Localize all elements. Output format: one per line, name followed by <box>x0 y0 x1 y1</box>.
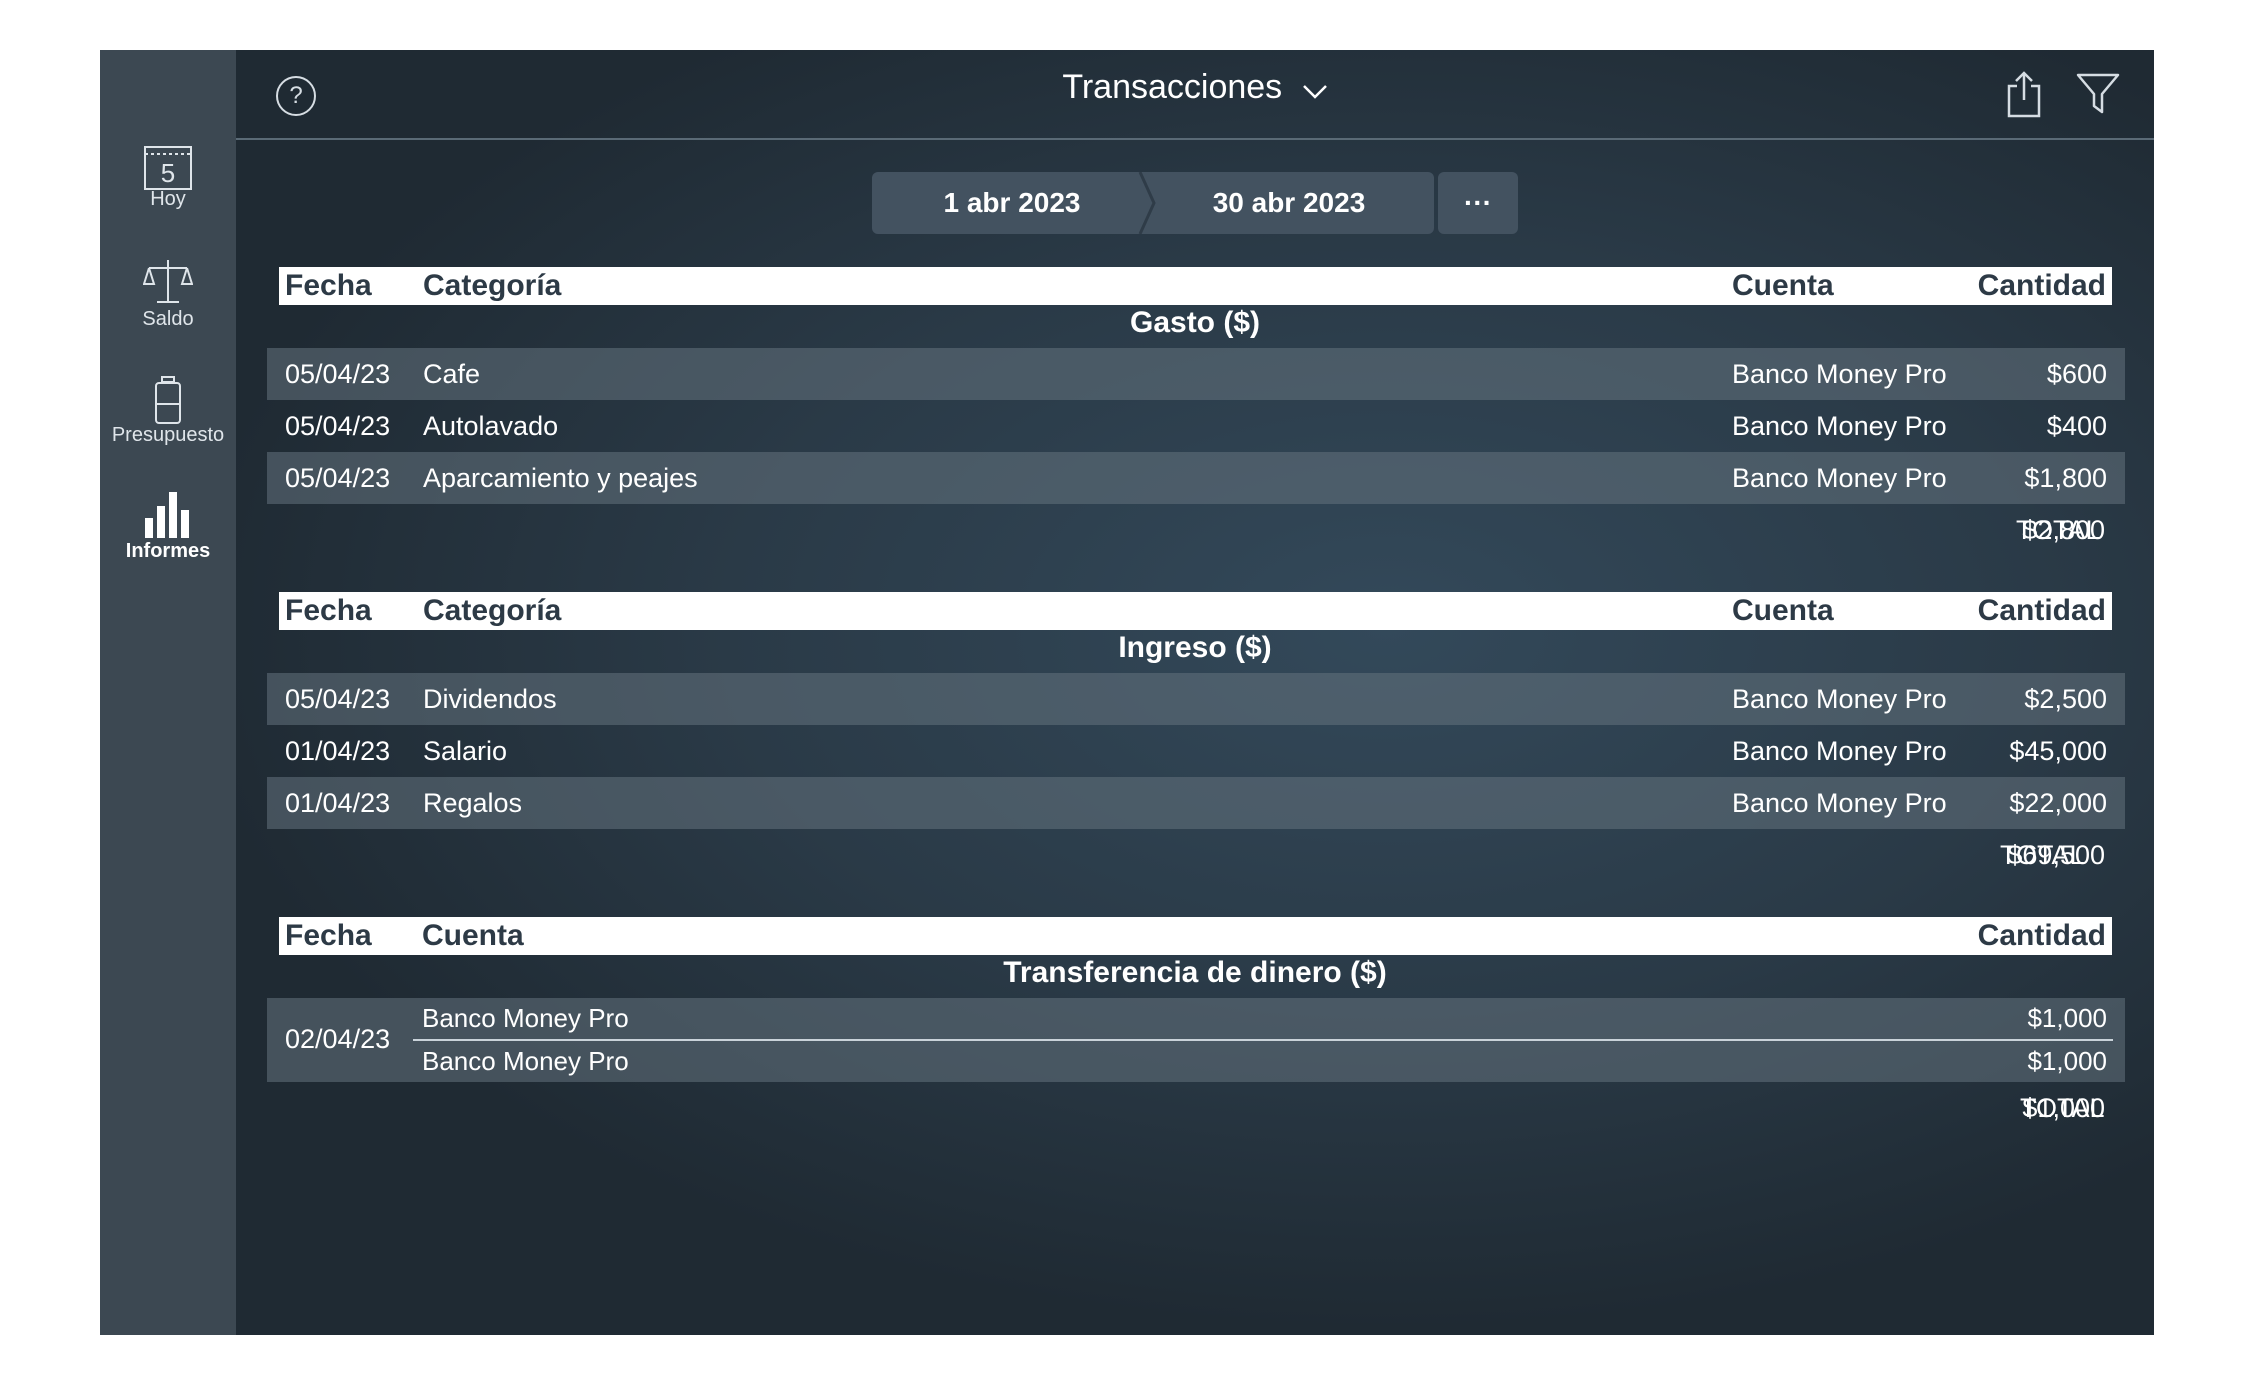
cell-date: 05/04/23 <box>285 411 391 441</box>
cell-category: Aparcamiento y peajes <box>423 463 698 493</box>
cell-date: 05/04/23 <box>285 359 391 389</box>
cell-amount: $1,800 <box>2024 463 2107 493</box>
sidebar-item-label: Saldo <box>142 308 194 330</box>
filter-icon[interactable] <box>2076 72 2120 116</box>
date-range-more-button[interactable]: ··· <box>1438 172 1518 234</box>
transfer-row[interactable]: 02/04/23 Banco Money Pro $1,000 Banco Mo… <box>267 998 2125 1082</box>
total-amount: $69,500 <box>2007 840 2105 870</box>
column-header-amount: Cantidad <box>1977 594 2106 627</box>
app-window: 5 Hoy Saldo Presupuesto Informes ? Trans… <box>100 50 2154 1335</box>
cell-date: 05/04/23 <box>285 684 391 714</box>
cell-date: 01/04/23 <box>285 736 391 766</box>
calendar-day: 5 <box>161 158 175 188</box>
bar-chart-icon <box>143 488 193 546</box>
cell-from-account: Banco Money Pro <box>422 1003 629 1033</box>
cell-category: Dividendos <box>423 684 557 714</box>
toolbar: ? Transacciones <box>236 50 2154 140</box>
expense-section-title: Gasto ($) <box>1129 306 1261 339</box>
table-row[interactable]: 05/04/23 Autolavado Banco Money Pro $400 <box>267 400 2125 452</box>
date-end-button[interactable]: 30 abr 2023 <box>1144 172 1434 234</box>
date-start-button[interactable]: 1 abr 2023 <box>872 172 1152 234</box>
column-header-date: Fecha <box>285 269 372 302</box>
page-title-selector[interactable]: Transacciones <box>236 68 2154 109</box>
transfer-total: TOTAL $1,000 <box>236 1088 2154 1128</box>
sidebar-item-saldo[interactable]: Saldo <box>100 258 236 358</box>
cell-amount: $22,000 <box>2009 788 2107 818</box>
sidebar-item-hoy[interactable]: 5 Hoy <box>100 144 236 244</box>
income-total: TOTAL $69,500 <box>236 835 2154 875</box>
cell-date: 02/04/23 <box>285 1024 391 1054</box>
table-row[interactable]: 05/04/23 Dividendos Banco Money Pro $2,5… <box>267 673 2125 725</box>
cell-account: Banco Money Pro <box>1732 411 1947 441</box>
date-separator-arrow <box>1136 172 1156 234</box>
expense-total: TOTAL $2,800 <box>236 510 2154 550</box>
cell-account: Banco Money Pro <box>1732 359 1947 389</box>
transfer-table-header: Fecha Cuenta Cantidad <box>279 917 2112 955</box>
column-header-date: Fecha <box>285 919 372 952</box>
cell-date: 05/04/23 <box>285 463 391 493</box>
transfer-divider <box>413 1039 2113 1041</box>
column-header-account: Cuenta <box>1732 269 1834 302</box>
cell-date: 01/04/23 <box>285 788 391 818</box>
table-row[interactable]: 05/04/23 Aparcamiento y peajes Banco Mon… <box>267 452 2125 504</box>
page-title: Transacciones <box>1062 68 1283 106</box>
income-table-header: Fecha Categoría Cuenta Cantidad <box>279 592 2112 630</box>
column-header-amount: Cantidad <box>1977 919 2106 952</box>
cell-category: Cafe <box>423 359 481 389</box>
column-header-account: Cuenta <box>422 919 524 952</box>
column-header-account: Cuenta <box>1732 594 1834 627</box>
cell-account: Banco Money Pro <box>1732 463 1947 493</box>
table-row[interactable]: 01/04/23 Regalos Banco Money Pro $22,000 <box>267 777 2125 829</box>
column-header-date: Fecha <box>285 594 372 627</box>
cell-from-amount: $1,000 <box>2027 1003 2107 1033</box>
cell-category: Salario <box>423 736 508 766</box>
column-header-category: Categoría <box>423 269 562 302</box>
sidebar-item-label: Hoy <box>150 188 186 210</box>
cell-account: Banco Money Pro <box>1732 788 1947 818</box>
sidebar-item-presupuesto[interactable]: Presupuesto <box>100 376 236 476</box>
sidebar-item-label: Informes <box>125 540 211 562</box>
column-header-amount: Cantidad <box>1977 269 2106 302</box>
table-row[interactable]: 05/04/23 Cafe Banco Money Pro $600 <box>267 348 2125 400</box>
cell-category: Autolavado <box>423 411 559 441</box>
expense-table-header: Fecha Categoría Cuenta Cantidad <box>279 267 2112 305</box>
column-header-category: Categoría <box>423 594 562 627</box>
cell-to-account: Banco Money Pro <box>422 1046 629 1076</box>
cell-to-amount: $1,000 <box>2027 1046 2107 1076</box>
total-amount: $2,800 <box>2022 515 2105 545</box>
cell-amount: $400 <box>2046 411 2107 441</box>
chevron-down-icon <box>1302 70 1328 109</box>
cell-amount: $45,000 <box>2009 736 2107 766</box>
sidebar: 5 Hoy Saldo Presupuesto Informes <box>100 50 236 1335</box>
cell-category: Regalos <box>423 788 523 818</box>
cell-amount: $600 <box>2046 359 2107 389</box>
cell-account: Banco Money Pro <box>1732 684 1947 714</box>
table-row[interactable]: 01/04/23 Salario Banco Money Pro $45,000 <box>267 725 2125 777</box>
income-section-title: Ingreso ($) <box>1118 631 1272 664</box>
cell-amount: $2,500 <box>2024 684 2107 714</box>
transfer-section-title: Transferencia de dinero ($) <box>1003 956 1387 989</box>
sidebar-item-label: Presupuesto <box>111 424 225 446</box>
main-content: ? Transacciones 1 abr 2023 30 abr 2023 ·… <box>236 50 2154 1335</box>
sidebar-item-informes[interactable]: Informes <box>100 488 236 588</box>
cell-account: Banco Money Pro <box>1732 736 1947 766</box>
total-amount: $1,000 <box>2022 1093 2105 1123</box>
share-icon[interactable] <box>2004 70 2044 120</box>
